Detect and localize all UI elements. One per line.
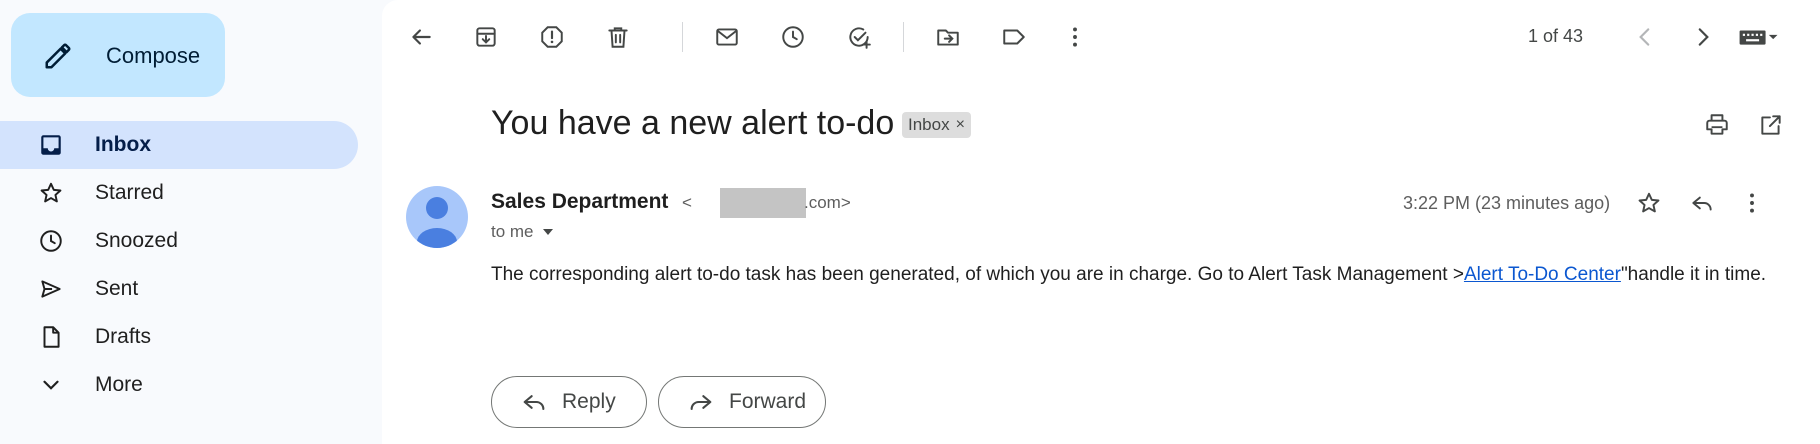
star-button[interactable] [1632, 186, 1666, 220]
reply-icon [523, 395, 545, 411]
input-tools-button[interactable] [1728, 20, 1788, 54]
report-spam-icon [539, 24, 565, 50]
recipient-text: to me [491, 222, 534, 241]
sidebar-item-label: Drafts [95, 325, 152, 348]
compose-button[interactable]: Compose [11, 13, 225, 97]
toolbar-divider [682, 22, 683, 52]
chevron-right-icon [1690, 24, 1716, 50]
mark-unread-button[interactable] [710, 20, 744, 54]
open-in-new-icon [1758, 112, 1784, 138]
alert-todo-center-link[interactable]: Alert To-Do Center [1464, 264, 1621, 285]
forward-icon [690, 395, 712, 411]
snooze-icon [780, 24, 806, 50]
older-button[interactable] [1686, 20, 1720, 54]
star-icon [1636, 190, 1662, 216]
sidebar-item-inbox[interactable]: Inbox [0, 121, 358, 169]
sidebar-item-label: Sent [95, 277, 139, 300]
sidebar-item-sent[interactable]: Sent [0, 265, 358, 313]
clock-icon [38, 228, 64, 254]
remove-label-icon[interactable]: × [956, 116, 965, 134]
print-button[interactable] [1700, 108, 1734, 142]
move-to-icon [935, 24, 961, 50]
message-timestamp: 3:22 PM (23 minutes ago) [1403, 193, 1611, 213]
star-icon [38, 180, 64, 206]
sidebar-item-starred[interactable]: Starred [0, 169, 358, 217]
sidebar-item-drafts[interactable]: Drafts [0, 313, 358, 361]
toolbar-divider [903, 22, 904, 52]
snooze-button[interactable] [776, 20, 810, 54]
add-task-icon [846, 24, 872, 50]
sidebar-item-more[interactable]: More [0, 361, 358, 409]
person-icon [417, 197, 457, 248]
move-to-button[interactable] [931, 20, 965, 54]
sender-name: Sales Department [491, 190, 669, 213]
sender-email-open: < [682, 193, 692, 212]
back-button[interactable] [404, 20, 438, 54]
add-task-button[interactable] [842, 20, 876, 54]
print-icon [1704, 112, 1730, 138]
forward-label: Forward [729, 390, 807, 413]
pager-count: 1 of 43 [1528, 26, 1584, 46]
archive-button[interactable] [469, 20, 503, 54]
delete-button[interactable] [601, 20, 635, 54]
body-text-end: "handle it in time. [1620, 264, 1767, 285]
label-chip-text: Inbox [908, 115, 950, 134]
sidebar-item-label: Inbox [95, 133, 151, 156]
send-icon [38, 276, 64, 302]
caret-down-icon [534, 226, 554, 238]
newer-button[interactable] [1628, 20, 1662, 54]
inbox-icon [38, 132, 64, 158]
chevron-left-icon [1632, 24, 1658, 50]
label-button[interactable] [997, 20, 1031, 54]
sidebar-item-label: Snoozed [95, 229, 178, 252]
sidebar-item-label: More [95, 373, 143, 396]
email-subject: You have a new alert to-do [491, 104, 895, 142]
archive-icon [473, 24, 499, 50]
pencil-icon [43, 41, 73, 71]
draft-icon [38, 324, 64, 350]
sender-email-domain: .com> [804, 193, 851, 212]
reply-icon-button[interactable] [1685, 186, 1719, 220]
message-body: The corresponding alert to-do task has b… [491, 260, 1791, 289]
recipient-details[interactable]: to me [491, 222, 554, 242]
keyboard-icon [1738, 24, 1778, 50]
report-spam-button[interactable] [535, 20, 569, 54]
reply-button[interactable]: Reply [491, 376, 647, 428]
sidebar-item-snoozed[interactable]: Snoozed [0, 217, 358, 265]
more-vert-icon [1062, 24, 1088, 50]
sender-avatar [406, 186, 468, 248]
mark-unread-icon [714, 24, 740, 50]
reply-label: Reply [562, 390, 616, 413]
forward-button[interactable]: Forward [658, 376, 826, 428]
compose-label: Compose [106, 43, 201, 68]
more-actions-button[interactable] [1058, 20, 1092, 54]
sidebar: Compose Inbox Starred Snoozed Sent Draft… [0, 0, 382, 444]
redacted-email [720, 188, 806, 218]
delete-icon [605, 24, 631, 50]
label-icon [1001, 24, 1027, 50]
more-vert-icon [1739, 190, 1765, 216]
sidebar-item-label: Starred [95, 181, 164, 204]
back-arrow-icon [408, 24, 434, 50]
body-text-start: The corresponding alert to-do task has b… [491, 264, 1464, 285]
reply-icon [1689, 190, 1715, 216]
chevron-down-icon [38, 372, 64, 398]
message-more-button[interactable] [1735, 186, 1769, 220]
message-pane: 1 of 43 You have a new alert to-do Inbox… [382, 0, 1820, 444]
open-new-window-button[interactable] [1754, 108, 1788, 142]
inbox-label-chip[interactable]: Inbox × [902, 112, 971, 138]
